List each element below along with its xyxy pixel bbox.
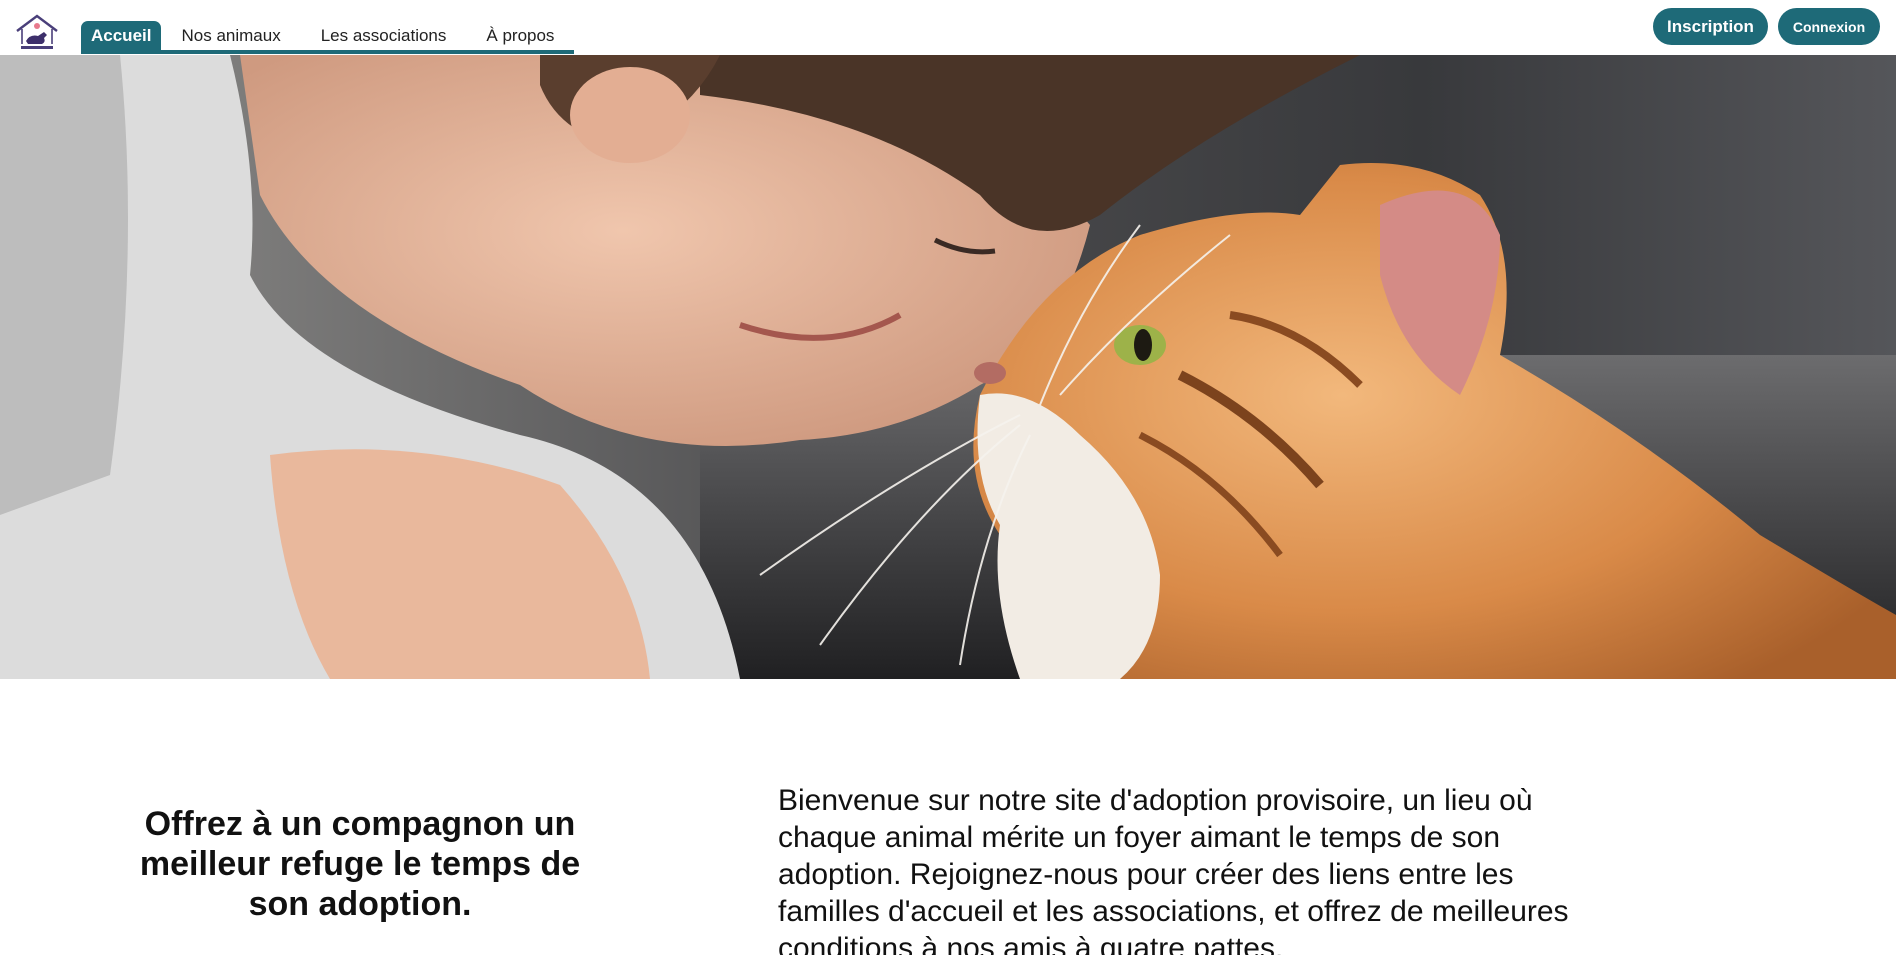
house-dog-logo-icon[interactable] — [14, 14, 60, 54]
signup-button[interactable]: Inscription — [1653, 8, 1768, 45]
nav-item-accueil[interactable]: Accueil — [81, 21, 162, 50]
nav-item-les-associations[interactable]: Les associations — [301, 21, 467, 50]
nav-item-a-propos[interactable]: À propos — [466, 21, 574, 50]
hero-image — [0, 55, 1896, 679]
nav-item-nos-animaux[interactable]: Nos animaux — [161, 21, 300, 50]
main-nav: Accueil Nos animaux Les associations À p… — [81, 21, 575, 54]
welcome-paragraph: Bienvenue sur notre site d'adoption prov… — [778, 784, 1569, 955]
site-header: Accueil Nos animaux Les associations À p… — [0, 0, 1896, 55]
tagline-heading: Offrez à un compagnon un meilleur refuge… — [139, 805, 581, 923]
login-button[interactable]: Connexion — [1778, 8, 1880, 45]
